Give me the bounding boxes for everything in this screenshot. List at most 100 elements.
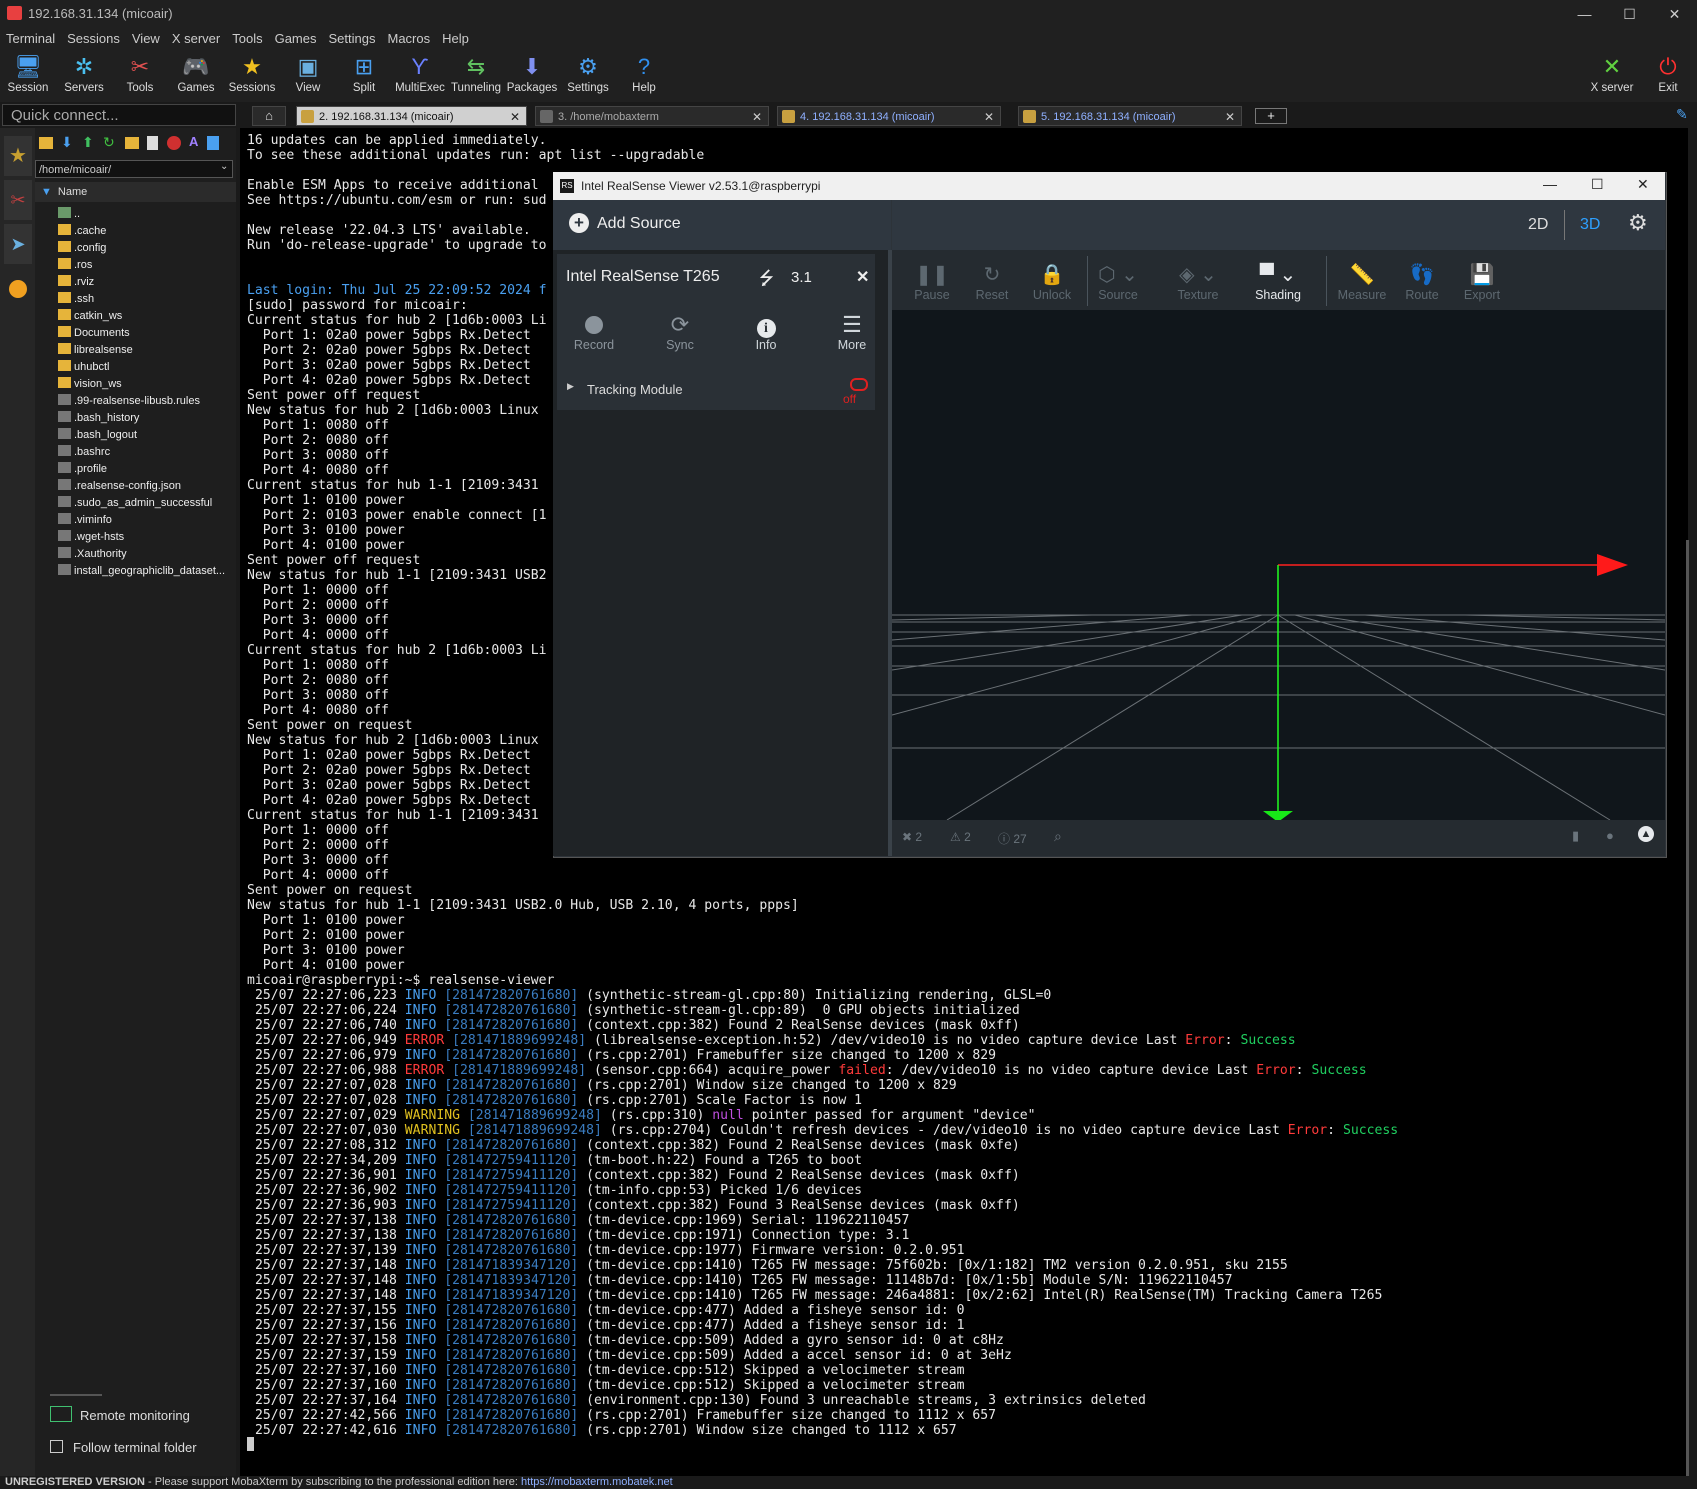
file-item[interactable]: .ros [58,257,92,273]
view-button[interactable]: ▣ View [280,52,336,94]
sessions-tab[interactable]: ★ [4,136,32,176]
source-button[interactable]: ⬡ ⌄ Source [1088,262,1148,302]
sync-button[interactable]: ⟳ Sync [645,312,715,352]
sessions-button[interactable]: ★ Sessions [224,52,280,94]
download-icon[interactable]: ⬇ [61,134,73,151]
measure-button[interactable]: 📏 Measure [1332,262,1392,302]
file-item[interactable]: .rviz [58,274,94,290]
path-dropdown-icon[interactable]: ⌄ [220,161,228,172]
file-item[interactable]: .profile [58,461,107,477]
trash-icon[interactable]: ▮ [1572,828,1579,844]
unlock-button[interactable]: 🔒 Unlock [1022,262,1082,302]
menu-macros[interactable]: Macros [381,28,436,49]
file-item[interactable]: .ssh [58,291,94,307]
3d-viewport[interactable] [892,310,1665,820]
tools-button[interactable]: ✂ Tools [112,52,168,94]
pause-button[interactable]: ❚❚ Pause [902,262,962,302]
texture-button[interactable]: ◈ ⌄ Texture [1168,262,1228,302]
home-tab[interactable]: ⌂ [252,106,286,126]
follow-terminal-checkbox[interactable]: Follow terminal folder [50,1440,197,1455]
tab-session-3[interactable]: 3. /home/mobaxterm ✕ [535,106,769,126]
settings-button[interactable]: ⚙ Settings [560,52,616,94]
refresh-icon[interactable]: ↻ [103,134,115,151]
file-item[interactable]: uhubctl [58,359,109,375]
drop-icon[interactable]: ● [1606,828,1614,843]
new-tab-button[interactable]: + [1255,108,1287,124]
rs-maximize-icon[interactable]: ☐ [1591,176,1604,193]
file-item[interactable]: catkin_ws [58,308,122,324]
terminal-sync-icon[interactable] [207,136,219,150]
route-button[interactable]: 👣 Route [1392,262,1452,302]
device-close-icon[interactable]: ✕ [856,267,869,287]
info-count-button[interactable]: ⓘ 27 [998,830,1027,847]
split-button[interactable]: ⊞ Split [336,52,392,94]
add-source-button[interactable]: + Add Source [553,200,891,250]
new-file-icon[interactable] [147,136,158,150]
file-item[interactable]: .bashrc [58,444,110,460]
file-item[interactable]: .. [58,206,80,222]
mobatek-link[interactable]: https://mobaxterm.mobatek.net [521,1476,673,1488]
attachment-icon[interactable]: ✎ [1676,106,1688,123]
rename-icon[interactable]: A [189,134,198,149]
delete-icon[interactable] [167,136,181,150]
maximize-icon[interactable]: ☐ [1607,0,1652,28]
menu-xserver[interactable]: X server [166,28,226,49]
search-icon[interactable]: ⌕ [1054,828,1062,845]
close-tab-icon[interactable]: ✕ [984,107,994,127]
menu-terminal[interactable]: Terminal [0,28,61,49]
close-icon[interactable]: ✕ [1652,0,1697,28]
remote-monitoring-button[interactable]: Remote monitoring [50,1406,190,1423]
reset-button[interactable]: ↻ Reset [962,262,1022,302]
file-item[interactable]: .wget-hsts [58,529,124,545]
file-item[interactable]: .Xauthority [58,546,127,562]
tracking-module-row[interactable]: ▶ Tracking Module off [557,378,875,408]
shading-button[interactable]: ▀ ⌄ Shading [1248,262,1308,302]
rs-close-icon[interactable]: ✕ [1637,176,1649,193]
folder-up-icon[interactable] [39,137,53,149]
new-folder-icon[interactable] [125,137,139,149]
path-field[interactable]: /home/micoair/ [35,160,233,178]
multiexec-button[interactable]: Ƴ MultiExec [392,52,448,94]
file-item[interactable]: Documents [58,325,130,341]
menu-games[interactable]: Games [269,28,323,49]
close-tab-icon[interactable]: ✕ [752,107,762,127]
tab-session-2[interactable]: 2. 192.168.31.134 (micoair) ✕ [296,106,527,126]
rs-minimize-icon[interactable]: — [1543,176,1557,192]
file-item[interactable]: .bash_history [58,410,139,426]
file-item[interactable]: vision_ws [58,376,122,392]
tab-session-4[interactable]: 4. 192.168.31.134 (micoair) ✕ [777,106,1001,126]
tab-session-5[interactable]: 5. 192.168.31.134 (micoair) ✕ [1018,106,1242,126]
info-button[interactable]: i Info [731,312,801,352]
exit-button[interactable]: ⏻ Exit [1640,52,1696,94]
tools-tab[interactable]: ✂ [4,180,32,220]
more-button[interactable]: ☰ More [817,312,887,352]
close-tab-icon[interactable]: ✕ [1225,107,1235,127]
file-item[interactable]: librealsense [58,342,133,358]
macros-tab[interactable]: ➤ [4,224,32,264]
menu-view[interactable]: View [126,28,166,49]
packages-button[interactable]: ⬇ Packages [504,52,560,94]
record-button[interactable]: Record [559,312,629,352]
file-item[interactable]: .realsense-config.json [58,478,181,494]
session-button[interactable]: 🖥 Session [0,52,56,94]
terminal-scrollbar[interactable] [1686,540,1689,1476]
export-button[interactable]: 💾 Export [1452,262,1512,302]
servers-button[interactable]: ✲ Servers [56,52,112,94]
quick-connect-input[interactable]: Quick connect... [2,104,236,126]
error-count-button[interactable]: ✖ 2 [902,830,922,844]
file-item[interactable]: install_geographiclib_dataset... [58,563,225,579]
menu-settings[interactable]: Settings [323,28,382,49]
close-tab-icon[interactable]: ✕ [510,107,520,127]
file-item[interactable]: .99-realsense-libusb.rules [58,393,200,409]
menu-help[interactable]: Help [436,28,475,49]
view-2d-button[interactable]: 2D [1528,216,1548,234]
xserver-button[interactable]: ✕ X server [1584,52,1640,94]
file-item[interactable]: .config [58,240,106,256]
file-item[interactable]: .bash_logout [58,427,137,443]
file-item[interactable]: .cache [58,223,106,239]
menu-tools[interactable]: Tools [226,28,268,49]
upload-icon[interactable]: ⬆ [82,134,94,151]
settings-gear-icon[interactable]: ⚙ [1628,210,1648,236]
sftp-tab[interactable] [4,268,32,308]
games-button[interactable]: 🎮 Games [168,52,224,94]
